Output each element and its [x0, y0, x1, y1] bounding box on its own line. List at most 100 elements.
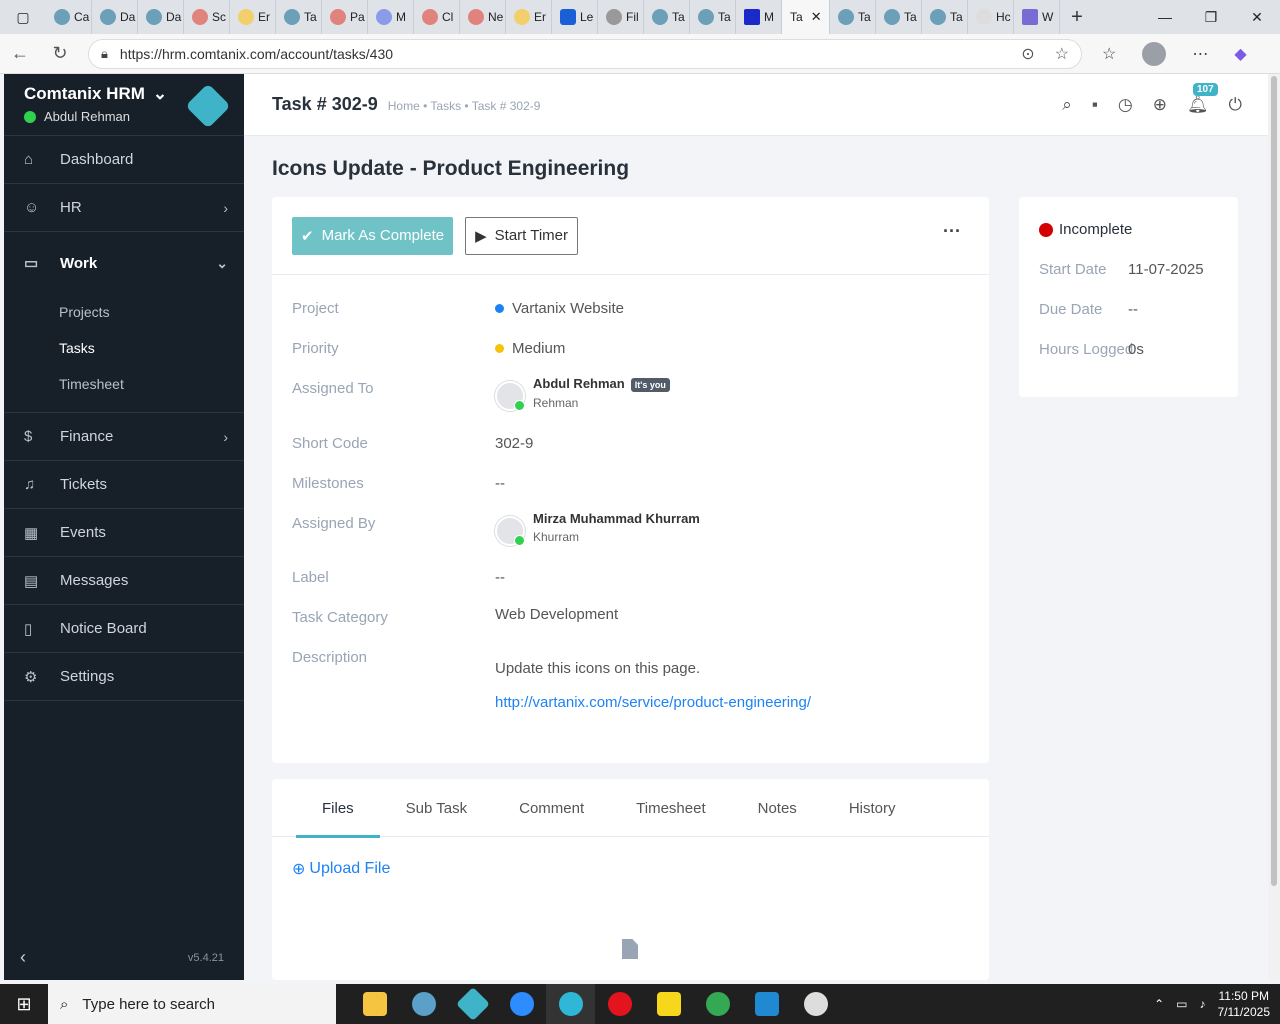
- sidebar-item-settings[interactable]: ⚙ Settings: [4, 653, 244, 701]
- chrome-icon[interactable]: [693, 984, 742, 1024]
- sidebar-subitem-projects[interactable]: Projects: [4, 294, 244, 330]
- sidebar-item-messages[interactable]: ▤ Messages: [4, 557, 244, 605]
- browser-tab[interactable]: Ca: [46, 0, 92, 34]
- sidebar-item-hr[interactable]: ☺ HR ›: [4, 184, 244, 232]
- upload-file-link[interactable]: ⊕ Upload File: [292, 859, 390, 879]
- browser-tab[interactable]: M: [736, 0, 782, 34]
- browser-tab[interactable]: Ta: [690, 0, 736, 34]
- browser-tab[interactable]: Hc: [968, 0, 1014, 34]
- assignee-avatar[interactable]: [495, 381, 525, 411]
- more-options-icon[interactable]: ···: [943, 221, 961, 242]
- page-header: Task # 302-9 Home • Tasks • Task # 302-9…: [244, 74, 1268, 136]
- copilot-icon[interactable]: ◆: [1234, 44, 1246, 64]
- reload-icon[interactable]: ↻: [40, 43, 80, 64]
- close-window-icon[interactable]: ✕: [1234, 9, 1280, 26]
- favorites-icon[interactable]: ☆: [1102, 44, 1116, 64]
- browser-tab[interactable]: Pa: [322, 0, 368, 34]
- tab-sub-task[interactable]: Sub Task: [380, 779, 493, 837]
- search-icon[interactable]: ⌕: [1062, 95, 1072, 115]
- browser-tab[interactable]: Da: [92, 0, 138, 34]
- description-link[interactable]: http://vartanix.com/service/product-engi…: [495, 694, 811, 711]
- tab-favicon-icon: [884, 9, 900, 25]
- clock-icon[interactable]: ◷: [1118, 95, 1133, 115]
- sidebar-item-work[interactable]: ▭ Work ⌄: [4, 232, 244, 294]
- url-input[interactable]: 🔒︎ https://hrm.comtanix.com/account/task…: [88, 38, 1082, 69]
- sidebar-item-tickets[interactable]: ♫ Tickets: [4, 461, 244, 509]
- browser-tab[interactable]: Ta: [922, 0, 968, 34]
- zoom-icon[interactable]: [497, 984, 546, 1024]
- edge-icon[interactable]: [546, 984, 595, 1024]
- favorite-star-icon[interactable]: ☆: [1055, 44, 1069, 64]
- tab-notes[interactable]: Notes: [732, 779, 823, 837]
- browser-tab[interactable]: Er: [230, 0, 276, 34]
- browser-tab-active[interactable]: Ta ✕: [782, 0, 830, 34]
- file-explorer-icon[interactable]: [350, 984, 399, 1024]
- back-icon[interactable]: ←: [0, 43, 40, 64]
- priority-value: Medium: [495, 340, 565, 357]
- browser-tab[interactable]: Ta: [830, 0, 876, 34]
- bell-icon[interactable]: 🔔︎ 107: [1187, 82, 1218, 115]
- windows-start-icon[interactable]: ⊞: [0, 994, 48, 1015]
- opera-icon[interactable]: [595, 984, 644, 1024]
- new-tab-icon[interactable]: +: [1060, 6, 1094, 29]
- reader-icon[interactable]: ⊙: [1021, 44, 1034, 64]
- taskbar-search-input[interactable]: ⌕ Type here to search: [48, 984, 336, 1024]
- tab-files[interactable]: Files: [296, 779, 380, 838]
- sidebar-item-events[interactable]: ▦ Events: [4, 509, 244, 557]
- sidebar-item-dashboard[interactable]: ⌂ Dashboard: [4, 136, 244, 184]
- clock[interactable]: 11:50 PM 7/11/2025: [1218, 988, 1271, 1020]
- network-icon[interactable]: ▭: [1176, 997, 1187, 1011]
- restore-icon[interactable]: ❐: [1188, 9, 1234, 26]
- browser-tab[interactable]: Le: [552, 0, 598, 34]
- browser-tab[interactable]: W: [1014, 0, 1060, 34]
- browser-tab[interactable]: M: [368, 0, 414, 34]
- tab-favicon-icon: [238, 9, 254, 25]
- browser-tab[interactable]: Er: [506, 0, 552, 34]
- browser-tab[interactable]: Ne: [460, 0, 506, 34]
- breadcrumb[interactable]: Home • Tasks • Task # 302-9: [388, 99, 541, 113]
- lock-icon[interactable]: 🔒︎: [101, 46, 108, 62]
- search-icon: ⌕: [60, 995, 69, 1013]
- sidebar-item-finance[interactable]: $ Finance ›: [4, 413, 244, 461]
- assignee-name[interactable]: Abdul Rehman It's you: [533, 376, 670, 392]
- tab-actions-icon[interactable]: ▢: [0, 0, 46, 34]
- page-scrollbar[interactable]: [1268, 74, 1280, 980]
- app-icon[interactable]: [448, 984, 497, 1024]
- browser-tab[interactable]: Da: [138, 0, 184, 34]
- assigner-name[interactable]: Mirza Muhammad Khurram: [533, 511, 700, 526]
- app-icon[interactable]: [399, 984, 448, 1024]
- home-icon: ⌂: [24, 151, 34, 168]
- sticky-notes-icon[interactable]: [644, 984, 693, 1024]
- sidebar-subitem-timesheet[interactable]: Timesheet: [4, 366, 244, 402]
- sidebar-item-notice-board[interactable]: ▯ Notice Board: [4, 605, 244, 653]
- tab-timesheet[interactable]: Timesheet: [610, 779, 731, 837]
- scrollbar-thumb[interactable]: [1271, 76, 1277, 886]
- minimize-icon[interactable]: —: [1142, 9, 1188, 26]
- close-tab-icon[interactable]: ✕: [811, 9, 822, 25]
- sticky-note-icon[interactable]: ▪: [1092, 95, 1098, 115]
- browser-tab[interactable]: Ta: [644, 0, 690, 34]
- power-icon[interactable]: ⏻: [1229, 95, 1242, 115]
- clock-time: 11:50 PM: [1218, 989, 1269, 1003]
- browser-tab[interactable]: Cl: [414, 0, 460, 34]
- chevron-up-icon[interactable]: ⌃: [1154, 997, 1164, 1011]
- tab-history[interactable]: History: [823, 779, 922, 837]
- tab-comment[interactable]: Comment: [493, 779, 610, 837]
- brand-header[interactable]: Comtanix HRM ⌄ Abdul Rehman: [4, 74, 244, 136]
- project-value[interactable]: Vartanix Website: [495, 300, 624, 317]
- add-circle-icon[interactable]: ⊕: [1153, 95, 1167, 115]
- more-menu-icon[interactable]: ⋯: [1192, 44, 1208, 64]
- browser-tab[interactable]: Ta: [876, 0, 922, 34]
- start-timer-button[interactable]: ▶ Start Timer: [465, 216, 579, 255]
- profile-avatar-icon[interactable]: [1142, 41, 1167, 66]
- browser-tab[interactable]: Fil: [598, 0, 644, 34]
- vscode-icon[interactable]: [742, 984, 791, 1024]
- collapse-sidebar-icon[interactable]: ‹: [20, 947, 26, 968]
- settings-gear-icon[interactable]: [791, 984, 840, 1024]
- volume-icon[interactable]: ♪: [1200, 997, 1206, 1011]
- mark-complete-button[interactable]: ✔ Mark As Complete: [292, 216, 454, 255]
- browser-tab[interactable]: Ta: [276, 0, 322, 34]
- sidebar-subitem-tasks[interactable]: Tasks: [4, 330, 244, 366]
- browser-tab[interactable]: Sc: [184, 0, 230, 34]
- assigner-avatar[interactable]: [495, 516, 525, 546]
